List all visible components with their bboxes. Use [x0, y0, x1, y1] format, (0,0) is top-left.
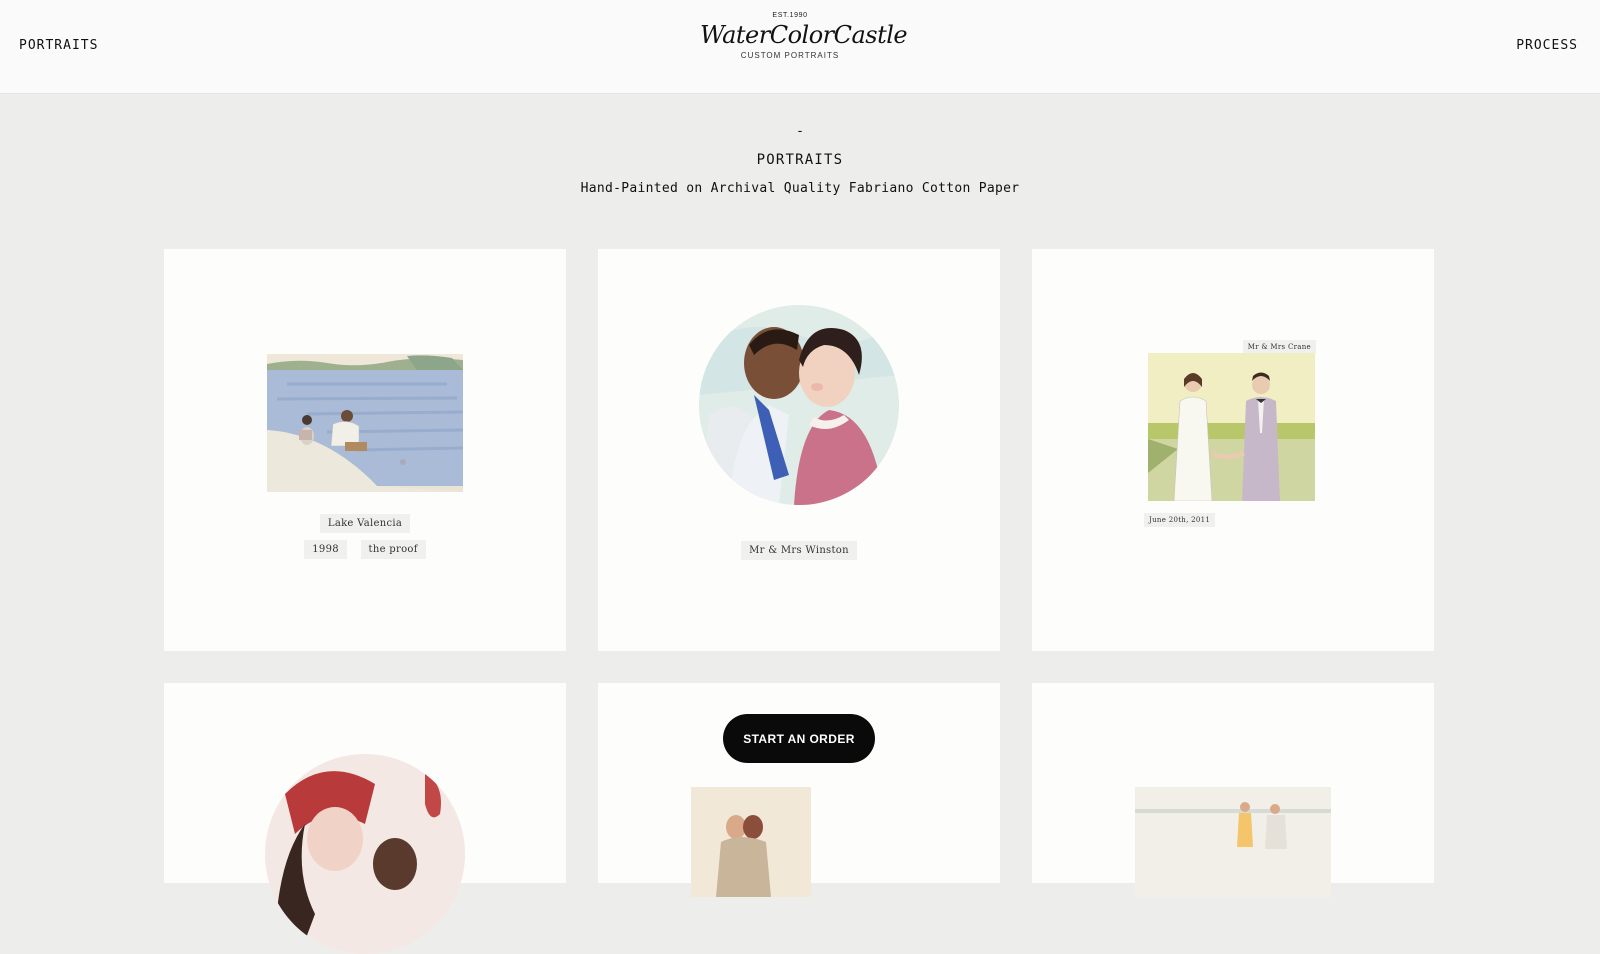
- start-order-button[interactable]: START AN ORDER: [723, 714, 875, 763]
- page-subtitle: Hand-Painted on Archival Quality Fabrian…: [580, 181, 1020, 196]
- nav-process-link[interactable]: PROCESS: [1516, 38, 1578, 53]
- logo-established: EST.1990: [772, 12, 808, 19]
- logo-wordmark: WaterColorCastle: [700, 21, 908, 49]
- page-title: PORTRAITS: [756, 152, 844, 168]
- site-header: PORTRAITS EST.1990 WaterColorCastle CUST…: [0, 0, 1600, 94]
- logo-tagline: CUSTOM PORTRAITS: [740, 51, 840, 60]
- tag-location[interactable]: Lake Valencia: [319, 514, 411, 533]
- card-tags: Mr & Mrs Winston: [598, 538, 1000, 560]
- portrait-card-row2-right[interactable]: [1032, 683, 1434, 897]
- tag-couple-name[interactable]: Mr & Mrs Winston: [741, 541, 857, 560]
- portrait-card-row2-center[interactable]: [598, 683, 1000, 897]
- winston-painting: [699, 305, 899, 505]
- nav-portraits-link[interactable]: PORTRAITS: [19, 38, 98, 53]
- card-tags-row: 1998 the proof: [164, 537, 566, 559]
- portrait-card-lake-valencia[interactable]: Lake Valencia 1998 the proof: [164, 249, 566, 651]
- tag-date[interactable]: June 20th, 2011: [1144, 513, 1216, 527]
- lake-painting: [267, 354, 463, 492]
- crane-painting: [1148, 353, 1315, 501]
- beach-painting: [1135, 787, 1331, 897]
- section-divider: -: [796, 124, 804, 139]
- mother-child-painting: [265, 754, 465, 954]
- tag-proof[interactable]: the proof: [360, 540, 426, 559]
- site-logo[interactable]: EST.1990 WaterColorCastle CUSTOM PORTRAI…: [700, 12, 908, 60]
- tag-couple-name[interactable]: Mr & Mrs Crane: [1242, 340, 1316, 354]
- card-tag-bottom: June 20th, 2011: [1144, 507, 1216, 527]
- card-tags: Lake Valencia: [164, 511, 566, 533]
- portrait-card-row2-left[interactable]: [164, 683, 566, 954]
- card-tag-top: Mr & Mrs Crane: [1242, 334, 1316, 354]
- portrait-card-crane[interactable]: Mr & Mrs Crane June 20th, 2011: [1032, 249, 1434, 651]
- kiss-painting: [691, 787, 811, 897]
- tag-year[interactable]: 1998: [304, 540, 347, 559]
- portrait-card-winston[interactable]: Mr & Mrs Winston: [598, 249, 1000, 651]
